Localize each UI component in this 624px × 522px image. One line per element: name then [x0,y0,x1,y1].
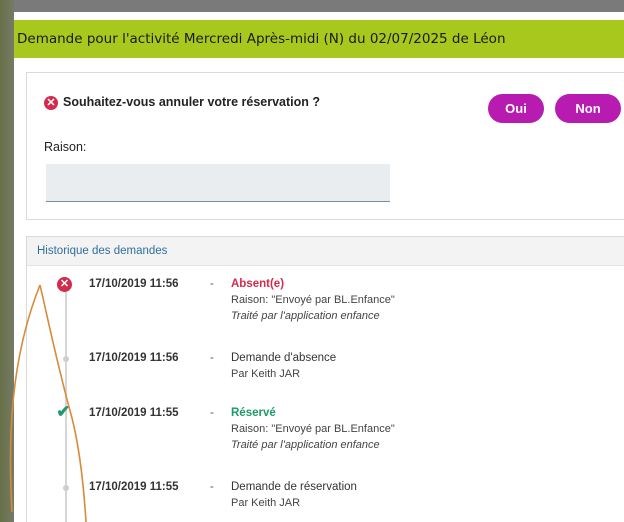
entry-separator: - [210,278,214,290]
dialog-header: Demande pour l'activité Mercredi Après-m… [14,20,624,58]
entry-reason: Raison: "Envoyé par BL.Enfance" [231,423,395,435]
entry-status: Demande de réservation [231,481,357,493]
checkmark-icon: ✔ [56,402,71,421]
reason-input[interactable] [46,164,390,202]
background-overlay [14,0,624,12]
entry-author: Par Keith JAR [231,497,301,509]
history-header: Historique des demandes [27,237,624,266]
entry-date: 17/10/2019 11:55 [89,407,179,419]
entry-date: 17/10/2019 11:56 [89,352,179,364]
entry-processed-by: Traité par l'application enfance [231,439,380,451]
reason-label: Raison: [44,140,87,154]
entry-separator: - [210,352,214,364]
cancel-question: Souhaitez-vous annuler votre réservation… [63,95,321,109]
entry-date: 17/10/2019 11:55 [89,481,179,493]
entry-date: 17/10/2019 11:56 [89,278,179,290]
no-button[interactable]: Non [555,94,621,123]
cross-circle-icon: ✕ [57,277,72,292]
dot-icon [63,485,69,491]
background-page-edge [0,0,14,522]
entry-reason: Raison: "Envoyé par BL.Enfance" [231,294,395,306]
entry-separator: - [210,481,214,493]
cross-circle-icon: ✕ [44,96,58,110]
cancel-reservation-panel: ✕ Souhaitez-vous annuler votre réservati… [26,72,624,220]
entry-separator: - [210,407,214,419]
request-history-panel: Historique des demandes ✕ 17/10/2019 11:… [26,236,624,522]
entry-status: Absent(e) [231,278,285,290]
entry-author: Par Keith JAR [231,368,301,380]
entry-processed-by: Traité par l'application enfance [231,310,380,322]
history-title: Historique des demandes [37,245,168,257]
dot-icon [63,356,69,362]
entry-status: Demande d'absence [231,352,337,364]
dialog-title: Demande pour l'activité Mercredi Après-m… [17,31,506,47]
request-dialog: Demande pour l'activité Mercredi Après-m… [14,12,624,522]
entry-status: Réservé [231,407,276,419]
yes-button[interactable]: Oui [488,94,544,123]
